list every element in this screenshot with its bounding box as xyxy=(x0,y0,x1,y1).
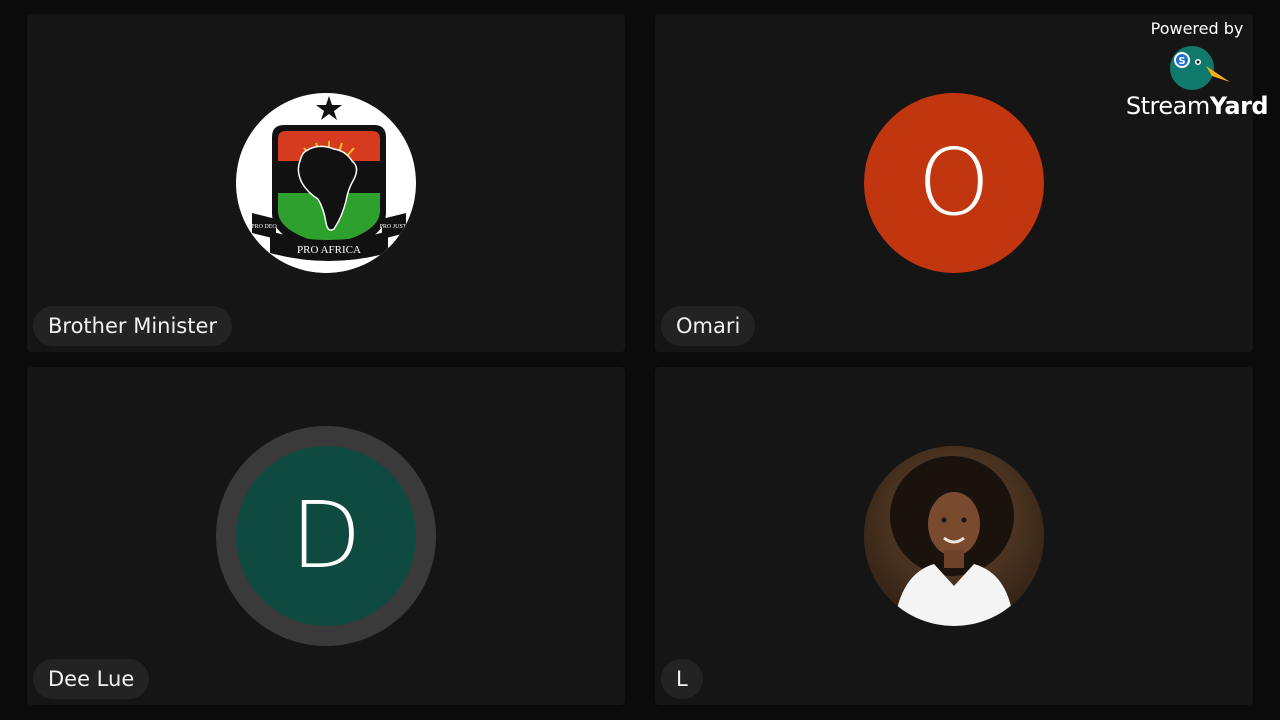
participant-name-tag: Dee Lue xyxy=(33,659,150,699)
powered-by-label: Powered by xyxy=(1150,19,1244,38)
streamyard-duck-icon: S xyxy=(1170,46,1230,90)
participant-name: Brother Minister xyxy=(48,314,218,338)
svg-text:S: S xyxy=(1178,56,1185,67)
initial-avatar: D xyxy=(236,446,416,626)
participant-tile-brother-minister[interactable]: PRO AFRICA PRO DEO PRO JUSTI Brother Min… xyxy=(27,14,625,352)
avatar-initial: D xyxy=(290,482,362,589)
motto-right-text: PRO JUSTI xyxy=(380,224,409,230)
pro-africa-text: PRO AFRICA xyxy=(297,244,361,256)
participant-tile-l[interactable]: L xyxy=(655,367,1253,705)
participant-name: L xyxy=(676,667,688,691)
participant-name: Omari xyxy=(676,314,741,338)
motto-left-text: PRO DEO xyxy=(251,224,277,230)
participant-name: Dee Lue xyxy=(48,667,135,691)
participant-name-tag: L xyxy=(661,659,703,699)
participant-tile-dee-lue[interactable]: D Dee Lue xyxy=(27,367,625,705)
profile-photo-icon xyxy=(864,446,1044,626)
participant-name-tag: Brother Minister xyxy=(33,306,233,346)
pro-africa-logo-avatar: PRO AFRICA PRO DEO PRO JUSTI xyxy=(236,93,416,273)
photo-avatar xyxy=(864,446,1044,626)
streamyard-wordmark: StreamYard xyxy=(1125,92,1269,120)
initial-avatar: O xyxy=(864,93,1044,273)
avatar-initial: O xyxy=(917,129,991,236)
pro-africa-emblem-icon: PRO AFRICA PRO DEO PRO JUSTI xyxy=(236,93,416,273)
streamyard-branding: Powered by S StreamYard xyxy=(1124,16,1270,136)
participant-name-tag: Omari xyxy=(661,306,756,346)
